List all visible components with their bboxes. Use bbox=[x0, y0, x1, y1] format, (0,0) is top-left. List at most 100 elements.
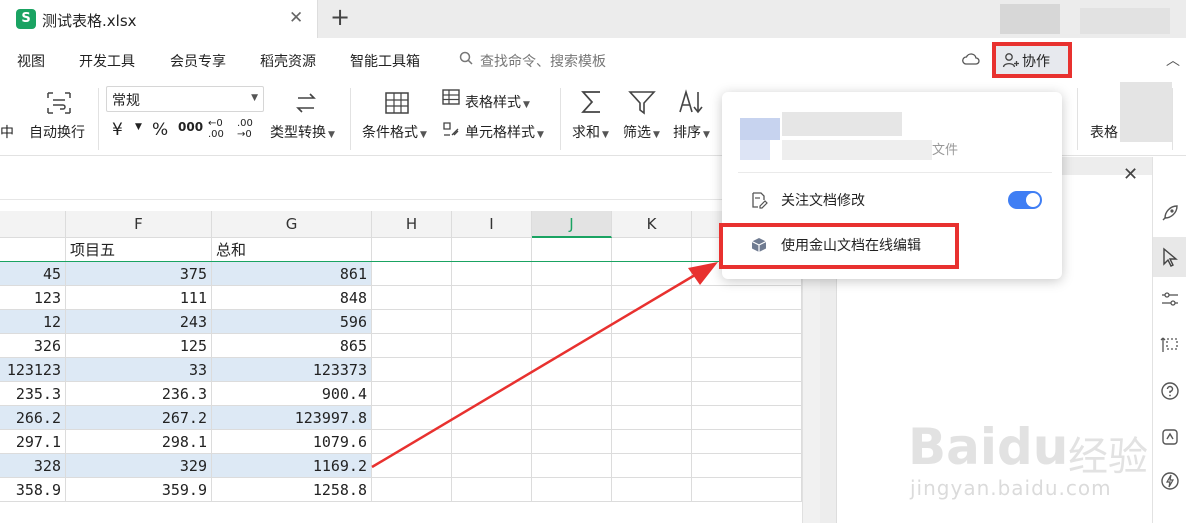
cursor-icon[interactable] bbox=[1160, 247, 1180, 267]
grid-cell[interactable] bbox=[532, 454, 612, 478]
sliders-icon[interactable] bbox=[1160, 289, 1180, 309]
grid-cell[interactable] bbox=[372, 286, 452, 310]
grid-cell[interactable] bbox=[612, 382, 692, 406]
grid-cell[interactable]: 266.2 bbox=[0, 406, 66, 430]
grid-cell[interactable] bbox=[692, 334, 802, 358]
grid-cell[interactable] bbox=[532, 358, 612, 382]
grid-cell[interactable] bbox=[692, 478, 802, 502]
grid-cell[interactable]: 123373 bbox=[212, 358, 372, 382]
grid-cell[interactable]: 12 bbox=[0, 310, 66, 334]
sum-button[interactable]: 求和 ▼ bbox=[572, 122, 609, 142]
grid-cell[interactable] bbox=[612, 358, 692, 382]
grid-cell[interactable]: 297.1 bbox=[0, 430, 66, 454]
grid-cell[interactable]: 45 bbox=[0, 262, 66, 286]
grid-cell[interactable] bbox=[372, 310, 452, 334]
grid-cell[interactable]: 298.1 bbox=[66, 430, 212, 454]
smart-assist-icon[interactable] bbox=[1160, 427, 1180, 447]
column-header-H[interactable]: H bbox=[372, 211, 452, 238]
chevron-down-icon[interactable]: ▼ bbox=[135, 122, 142, 132]
wrap-text-label[interactable]: 自动换行 bbox=[29, 122, 85, 142]
command-search-input[interactable]: 查找命令、搜索模板 bbox=[480, 51, 606, 71]
grid-cell[interactable]: 123 bbox=[0, 286, 66, 310]
type-convert-icon[interactable] bbox=[292, 90, 320, 116]
column-header-J[interactable]: J bbox=[532, 211, 612, 238]
column-header-I[interactable]: I bbox=[452, 211, 532, 238]
spreadsheet-grid[interactable]: F G H I J K 项目五 总和 45 375 861 123 111 848 12 243 5… bbox=[0, 211, 802, 523]
grid-cell[interactable]: 848 bbox=[212, 286, 372, 310]
column-header-G[interactable]: G bbox=[212, 211, 372, 238]
column-header-E[interactable] bbox=[0, 211, 66, 238]
grid-cell[interactable] bbox=[532, 334, 612, 358]
grid-cell[interactable] bbox=[452, 406, 532, 430]
table-style-icon[interactable] bbox=[441, 88, 461, 106]
new-tab-button[interactable]: + bbox=[330, 3, 350, 31]
grid-cell[interactable] bbox=[692, 310, 802, 334]
menu-smart-toolbox[interactable]: 智能工具箱 bbox=[350, 51, 420, 71]
table-tools-partial-label[interactable]: 表格 bbox=[1090, 122, 1118, 142]
grid-cell[interactable] bbox=[372, 454, 452, 478]
grid-cell[interactable] bbox=[692, 286, 802, 310]
transpose-icon[interactable] bbox=[1160, 335, 1180, 355]
conditional-format-button[interactable]: 条件格式 ▼ bbox=[362, 122, 427, 142]
search-icon[interactable] bbox=[459, 51, 473, 65]
grid-cell[interactable]: 375 bbox=[66, 262, 212, 286]
grid-cell[interactable] bbox=[692, 454, 802, 478]
grid-cell[interactable] bbox=[532, 430, 612, 454]
grid-cell[interactable]: 123123 bbox=[0, 358, 66, 382]
column-header-K[interactable]: K bbox=[612, 211, 692, 238]
cloud-icon[interactable] bbox=[962, 52, 980, 66]
grid-cell[interactable] bbox=[612, 262, 692, 286]
grid-cell[interactable] bbox=[372, 262, 452, 286]
number-format-select[interactable]: 常规 ▼ bbox=[106, 86, 264, 112]
collaborate-button[interactable]: 协作 bbox=[992, 42, 1072, 78]
grid-cell[interactable]: 359.9 bbox=[66, 478, 212, 502]
grid-cell[interactable] bbox=[532, 262, 612, 286]
grid-cell[interactable]: 267.2 bbox=[66, 406, 212, 430]
conditional-format-icon[interactable] bbox=[383, 90, 411, 116]
grid-cell[interactable]: 1169.2 bbox=[212, 454, 372, 478]
grid-cell[interactable] bbox=[372, 358, 452, 382]
menu-member-exclusive[interactable]: 会员专享 bbox=[170, 51, 226, 71]
grid-cell[interactable] bbox=[612, 310, 692, 334]
panel-close-icon[interactable]: ✕ bbox=[1123, 164, 1138, 185]
grid-cell[interactable] bbox=[532, 382, 612, 406]
grid-cell[interactable]: 358.9 bbox=[0, 478, 66, 502]
grid-cell[interactable] bbox=[612, 238, 692, 262]
grid-cell[interactable] bbox=[452, 358, 532, 382]
grid-cell[interactable] bbox=[692, 406, 802, 430]
grid-cell[interactable]: 243 bbox=[66, 310, 212, 334]
grid-cell[interactable] bbox=[612, 286, 692, 310]
grid-cell[interactable]: 865 bbox=[212, 334, 372, 358]
cell-style-button[interactable]: 单元格样式 ▼ bbox=[465, 122, 544, 142]
collapse-ribbon-icon[interactable]: ︿ bbox=[1166, 50, 1180, 70]
cell-style-icon[interactable] bbox=[441, 120, 461, 138]
grid-cell[interactable] bbox=[372, 334, 452, 358]
grid-cell[interactable] bbox=[372, 406, 452, 430]
grid-cell[interactable]: 125 bbox=[66, 334, 212, 358]
lightning-icon[interactable] bbox=[1160, 471, 1180, 491]
grid-cell[interactable] bbox=[612, 334, 692, 358]
grid-cell[interactable]: 111 bbox=[66, 286, 212, 310]
percent-format-button[interactable]: % bbox=[152, 120, 168, 140]
grid-cell[interactable] bbox=[452, 334, 532, 358]
grid-cell[interactable]: 235.3 bbox=[0, 382, 66, 406]
sort-button[interactable]: 排序 ▼ bbox=[673, 122, 710, 142]
grid-cell[interactable]: 328 bbox=[0, 454, 66, 478]
grid-cell[interactable]: 329 bbox=[66, 454, 212, 478]
grid-cell[interactable] bbox=[452, 382, 532, 406]
grid-cell[interactable] bbox=[372, 238, 452, 262]
grid-cell[interactable] bbox=[0, 238, 66, 262]
grid-cell[interactable] bbox=[452, 286, 532, 310]
grid-cell[interactable] bbox=[532, 406, 612, 430]
type-convert-button[interactable]: 类型转换 ▼ bbox=[270, 122, 335, 142]
grid-cell[interactable] bbox=[532, 286, 612, 310]
grid-cell[interactable]: 900.4 bbox=[212, 382, 372, 406]
thousands-format-button[interactable]: 000 bbox=[178, 120, 203, 134]
merge-center-partial-label[interactable]: 中 bbox=[0, 122, 14, 142]
grid-cell[interactable]: 总和 bbox=[212, 238, 372, 262]
document-tab[interactable]: S 测试表格.xlsx ✕ bbox=[0, 0, 318, 38]
decrease-decimal-button[interactable]: .00 →0 bbox=[237, 118, 261, 140]
grid-cell[interactable]: 33 bbox=[66, 358, 212, 382]
menu-developer-tools[interactable]: 开发工具 bbox=[79, 51, 135, 71]
column-header-F[interactable]: F bbox=[66, 211, 212, 238]
